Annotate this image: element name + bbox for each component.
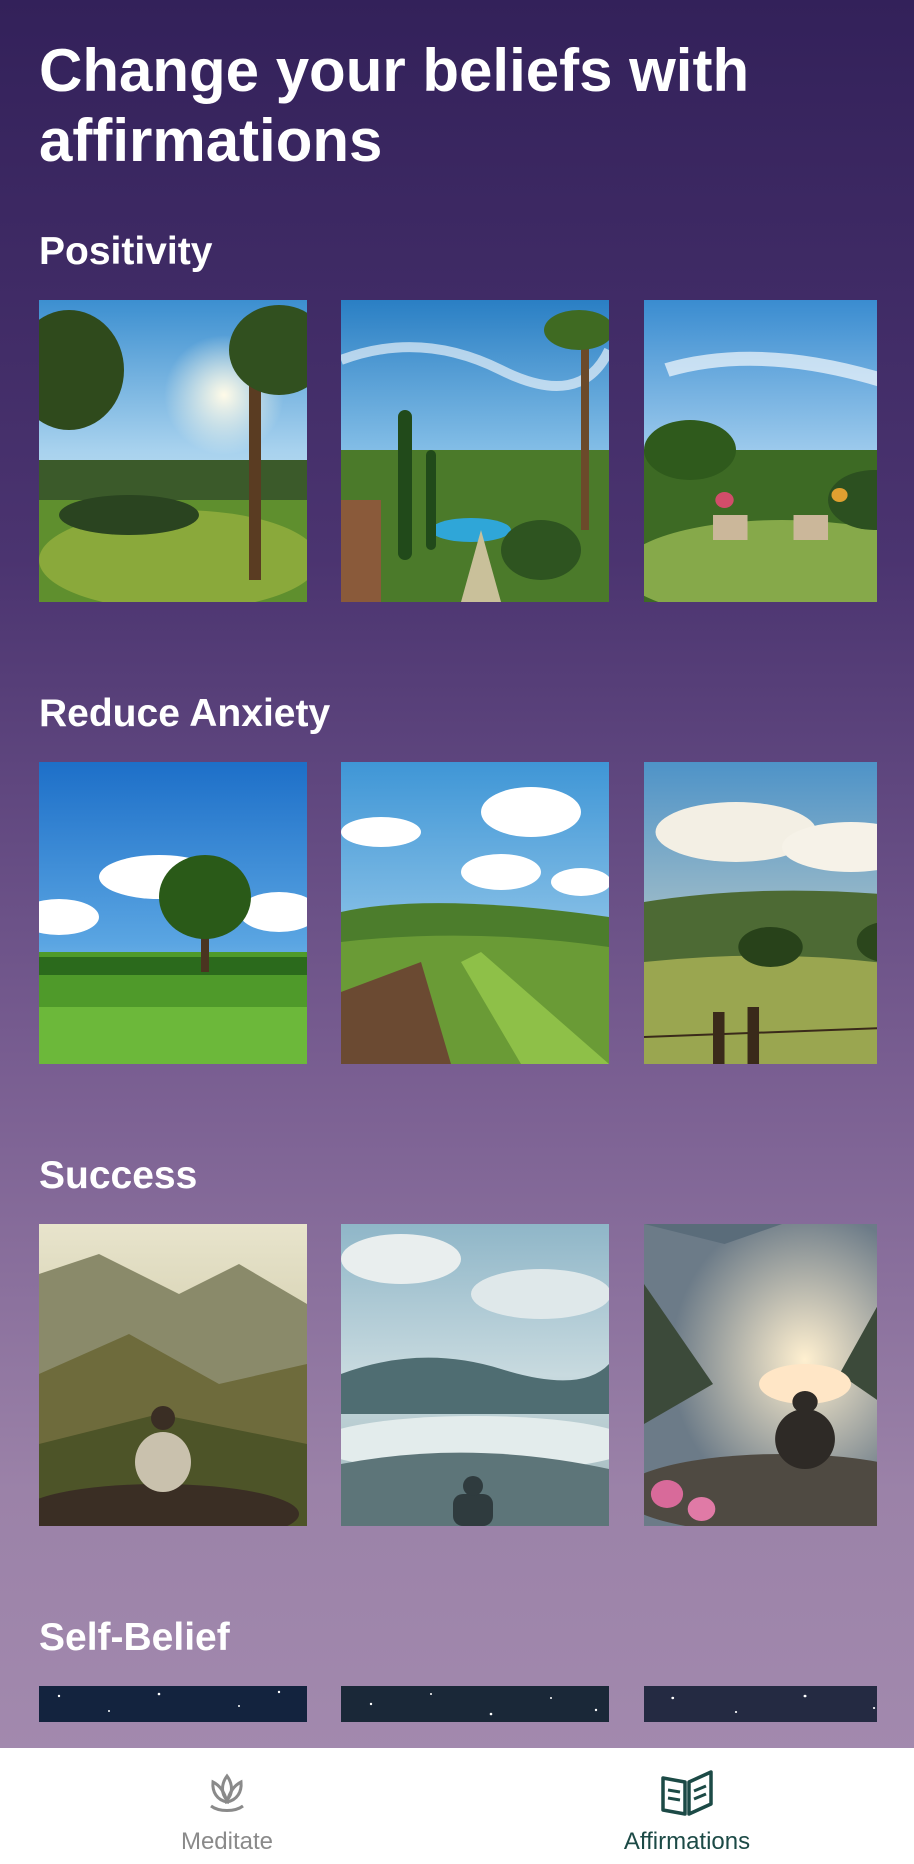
section-title-self-belief: Self-Belief (39, 1616, 230, 1659)
section-title-reduce-anxiety: Reduce Anxiety (39, 692, 331, 735)
affirmation-card-starry-sky-1[interactable] (39, 1686, 307, 1722)
affirmation-card-misty-valley-figure[interactable] (341, 1224, 609, 1526)
bottom-navigation: Meditate Affirmations (0, 1748, 914, 1864)
affirmation-card-valley-fence[interactable] (644, 762, 877, 1064)
nav-tab-affirmations[interactable]: Affirmations (537, 1748, 837, 1864)
section-title-success: Success (39, 1154, 198, 1197)
open-book-icon (659, 1768, 715, 1820)
affirmation-card-sunny-garden[interactable] (39, 300, 307, 602)
affirmation-card-poolside-garden[interactable] (341, 300, 609, 602)
affirmation-card-sunset-meditator[interactable] (644, 1224, 877, 1526)
section-title-positivity: Positivity (39, 230, 213, 273)
positivity-row (39, 300, 877, 602)
page-title: Change your beliefs with affirmations (39, 37, 750, 174)
reduce-anxiety-row (39, 762, 877, 1064)
success-row (39, 1224, 877, 1526)
nav-tab-meditate[interactable]: Meditate (77, 1748, 377, 1864)
affirmation-card-patio-garden[interactable] (644, 300, 877, 602)
affirmation-card-mountain-meditator[interactable] (39, 1224, 307, 1526)
self-belief-row (39, 1686, 877, 1722)
nav-label-affirmations: Affirmations (623, 1828, 751, 1855)
affirmation-card-lone-tree-meadow[interactable] (39, 762, 307, 1064)
affirmation-card-countryside-path[interactable] (341, 762, 609, 1064)
affirmation-card-starry-sky-3[interactable] (644, 1686, 877, 1722)
affirmation-card-starry-sky-2[interactable] (341, 1686, 609, 1722)
nav-label-meditate: Meditate (180, 1828, 274, 1855)
lotus-icon (201, 1768, 253, 1820)
